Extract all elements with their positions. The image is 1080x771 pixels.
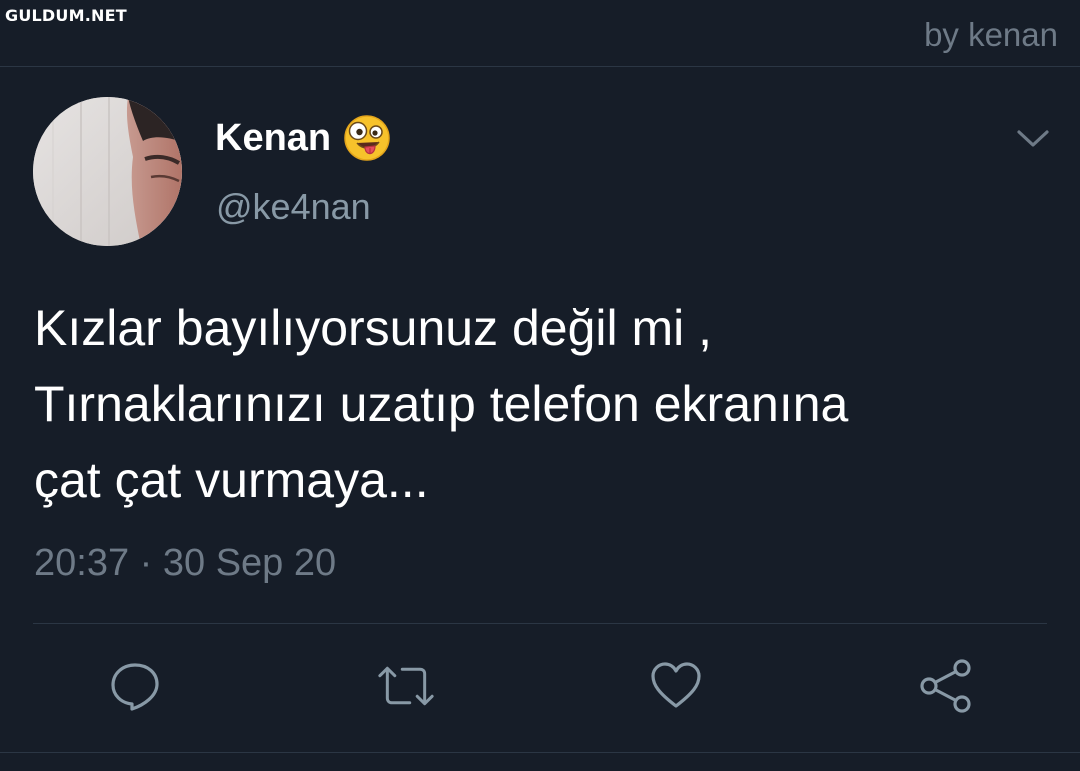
bottom-divider (0, 752, 1080, 753)
top-divider (0, 66, 1080, 67)
tweet-timestamp[interactable]: 20:37 · 30 Sep 20 (34, 542, 336, 585)
share-button[interactable] (918, 658, 974, 714)
reply-button[interactable] (107, 658, 163, 714)
user-handle[interactable]: @ke4nan (216, 186, 371, 228)
display-name[interactable]: Kenan (215, 117, 331, 160)
tweet-text-line: çat çat vurmaya... (34, 452, 429, 508)
retweet-button[interactable] (378, 658, 434, 714)
retweet-icon (378, 666, 434, 706)
actions-divider (33, 623, 1047, 624)
tweet-text-line: Kızlar bayılıyorsunuz değil mi , (34, 300, 713, 356)
tweet-text: Kızlar bayılıyorsunuz değil mi , Tırnakl… (34, 290, 1044, 518)
avatar-photo (33, 97, 182, 246)
reply-icon (111, 663, 159, 711)
share-icon (920, 659, 971, 713)
watermark: GULDUM.NET (5, 6, 127, 25)
display-name-row[interactable]: Kenan (215, 114, 391, 162)
like-icon (651, 662, 701, 708)
byline: by kenan (924, 16, 1058, 53)
chevron-down-icon[interactable] (1014, 124, 1052, 152)
avatar[interactable] (33, 97, 182, 246)
tweet-text-line: Tırnaklarınızı uzatıp telefon ekranına (34, 376, 849, 432)
tweet-screenshot: GULDUM.NET by kenan Kenan @ke4nan Kızlar… (0, 0, 1080, 771)
like-button[interactable] (648, 658, 704, 714)
zany-face-emoji-icon (343, 114, 391, 162)
